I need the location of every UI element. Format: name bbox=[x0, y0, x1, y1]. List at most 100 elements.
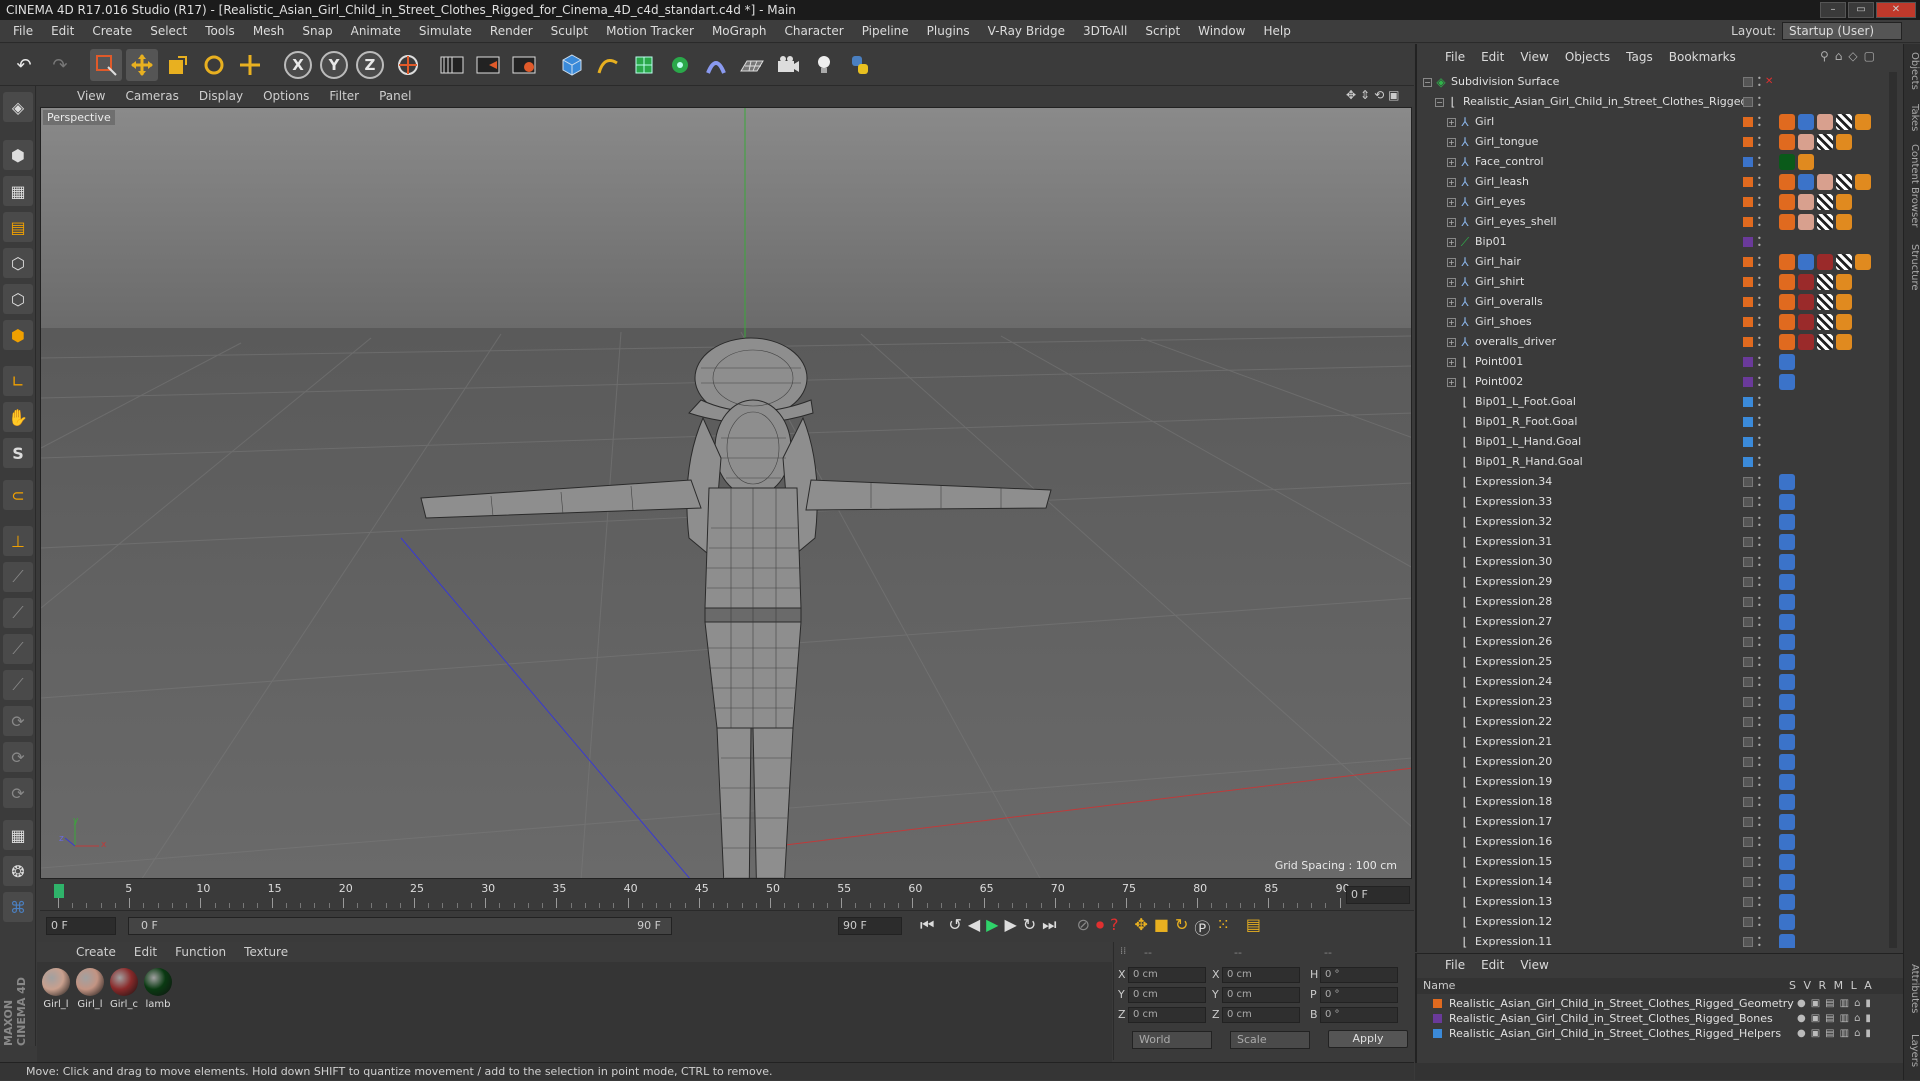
layer-color-swatch[interactable] bbox=[1743, 937, 1753, 947]
object-tag-icon[interactable] bbox=[1836, 254, 1852, 270]
move-icon[interactable] bbox=[126, 49, 158, 81]
horizontal-scrollbar[interactable] bbox=[1415, 1063, 1903, 1080]
object-tag-icon[interactable] bbox=[1779, 194, 1795, 210]
object-tag-icon[interactable] bbox=[1779, 654, 1795, 670]
object-tag-icon[interactable] bbox=[1798, 154, 1814, 170]
object-tag-icon[interactable] bbox=[1779, 474, 1795, 490]
object-row[interactable]: ⌊ Expression.30 • • bbox=[1417, 552, 1897, 572]
key-rotation-icon[interactable]: ↻ bbox=[1175, 915, 1188, 939]
key-point-level-icon[interactable]: ⁙ bbox=[1216, 915, 1229, 939]
visibility-dots-icon[interactable]: • • bbox=[1757, 375, 1762, 390]
side-tab-objects[interactable]: Objects bbox=[1905, 52, 1920, 90]
grid-lock-icon[interactable]: ▦ bbox=[3, 820, 33, 850]
object-tag-icon[interactable] bbox=[1798, 254, 1814, 270]
object-tag-icon[interactable] bbox=[1779, 834, 1795, 850]
render-view-icon[interactable] bbox=[436, 49, 468, 81]
material-swatch[interactable]: lamb bbox=[143, 968, 173, 1010]
layer-color-swatch[interactable] bbox=[1743, 717, 1753, 727]
object-tag-icon[interactable] bbox=[1817, 214, 1833, 230]
layer-color-swatch[interactable] bbox=[1743, 117, 1753, 127]
expand-toggle-icon[interactable]: + bbox=[1447, 158, 1456, 167]
object-row[interactable]: ⌊ Expression.14 • • bbox=[1417, 872, 1897, 892]
visibility-dots-icon[interactable]: • • bbox=[1757, 155, 1762, 170]
object-tag-icon[interactable] bbox=[1779, 894, 1795, 910]
menu-mograph[interactable]: MoGraph bbox=[703, 20, 776, 43]
layer-color-swatch[interactable] bbox=[1743, 857, 1753, 867]
menu-script[interactable]: Script bbox=[1136, 20, 1189, 43]
menu-help[interactable]: Help bbox=[1254, 20, 1299, 43]
visibility-dots-icon[interactable]: • • bbox=[1757, 135, 1762, 150]
object-menu-file[interactable]: File bbox=[1437, 50, 1473, 64]
object-tag-icon[interactable] bbox=[1779, 174, 1795, 190]
viewport-menu-cameras[interactable]: Cameras bbox=[115, 89, 188, 103]
world-coordinate-icon[interactable] bbox=[392, 49, 424, 81]
coord-value-field[interactable]: 0 cm bbox=[1128, 967, 1206, 983]
expand-toggle-icon[interactable]: + bbox=[1447, 118, 1456, 127]
end-frame-field[interactable]: 90 F bbox=[838, 917, 902, 935]
object-tag-icon[interactable] bbox=[1836, 114, 1852, 130]
viewport-menu-options[interactable]: Options bbox=[253, 89, 319, 103]
layer-color-swatch[interactable] bbox=[1743, 517, 1753, 527]
object-tag-icon[interactable] bbox=[1855, 174, 1871, 190]
object-row[interactable]: ⌊ Expression.18 • • bbox=[1417, 792, 1897, 812]
menu-simulate[interactable]: Simulate bbox=[410, 20, 481, 43]
next-frame-icon[interactable]: ▶ bbox=[1004, 915, 1016, 939]
layer-color-swatch[interactable] bbox=[1743, 497, 1753, 507]
visibility-dots-icon[interactable]: • • bbox=[1757, 495, 1762, 510]
layer-color-swatch[interactable] bbox=[1743, 737, 1753, 747]
viewport-menu-filter[interactable]: Filter bbox=[319, 89, 369, 103]
brush-tool-icon[interactable]: ⟳ bbox=[3, 742, 33, 772]
object-row[interactable]: + ⅄ Girl_overalls • • bbox=[1417, 292, 1897, 312]
object-row[interactable]: + ⟋ Bip01 • • bbox=[1417, 232, 1897, 252]
object-tag-icon[interactable] bbox=[1779, 214, 1795, 230]
object-tag-icon[interactable] bbox=[1779, 134, 1795, 150]
object-row[interactable]: ⌊ Expression.16 • • bbox=[1417, 832, 1897, 852]
object-tag-icon[interactable] bbox=[1798, 274, 1814, 290]
object-tag-icon[interactable] bbox=[1798, 134, 1814, 150]
layer-flags-icons[interactable]: ●▣▤▥⌂▮ bbox=[1797, 1026, 1876, 1041]
object-tag-icon[interactable] bbox=[1779, 814, 1795, 830]
object-row[interactable]: ⌊ Expression.33 • • bbox=[1417, 492, 1897, 512]
object-row[interactable]: ⌊ Expression.29 • • bbox=[1417, 572, 1897, 592]
visibility-dots-icon[interactable]: • • bbox=[1757, 895, 1762, 910]
object-row[interactable]: + ⅄ Face_control • • bbox=[1417, 152, 1897, 172]
timeline-window-icon[interactable]: ▤ bbox=[1246, 915, 1261, 939]
object-row[interactable]: ⌊ Expression.23 • • bbox=[1417, 692, 1897, 712]
layer-menu-view[interactable]: View bbox=[1512, 958, 1556, 972]
object-row[interactable]: ⌊ Bip01_R_Hand.Goal • • bbox=[1417, 452, 1897, 472]
object-tag-icon[interactable] bbox=[1779, 714, 1795, 730]
object-row[interactable]: + ⅄ Girl • • bbox=[1417, 112, 1897, 132]
visibility-dots-icon[interactable]: • • bbox=[1757, 615, 1762, 630]
solo-icon[interactable]: ❂ bbox=[3, 856, 33, 886]
layer-color-swatch[interactable] bbox=[1743, 697, 1753, 707]
object-row[interactable]: ⌊ Expression.31 • • bbox=[1417, 532, 1897, 552]
weight-tool-icon[interactable]: ⟋ bbox=[3, 634, 33, 664]
menu-character[interactable]: Character bbox=[775, 20, 852, 43]
object-tag-icon[interactable] bbox=[1779, 614, 1795, 630]
visibility-dots-icon[interactable]: • • bbox=[1757, 515, 1762, 530]
undo-icon[interactable]: ↶ bbox=[8, 49, 40, 81]
coordinate-system-dropdown[interactable]: World bbox=[1132, 1031, 1212, 1049]
layer-color-swatch[interactable] bbox=[1743, 837, 1753, 847]
joint-tool-icon[interactable]: ⟋ bbox=[3, 562, 33, 592]
menu-file[interactable]: File bbox=[4, 20, 42, 43]
layer-row[interactable]: Realistic_Asian_Girl_Child_in_Street_Clo… bbox=[1433, 996, 1893, 1011]
object-tag-icon[interactable] bbox=[1836, 314, 1852, 330]
object-tag-icon[interactable] bbox=[1779, 914, 1795, 930]
expand-toggle-icon[interactable]: + bbox=[1447, 218, 1456, 227]
menu-edit[interactable]: Edit bbox=[42, 20, 83, 43]
magnet-icon[interactable]: ⊂ bbox=[3, 480, 33, 510]
visibility-dots-icon[interactable]: • • bbox=[1757, 355, 1762, 370]
object-row[interactable]: ⌊ Expression.34 • • bbox=[1417, 472, 1897, 492]
object-tag-icon[interactable] bbox=[1779, 374, 1795, 390]
layer-color-swatch[interactable] bbox=[1743, 317, 1753, 327]
layer-color-swatch[interactable] bbox=[1433, 999, 1442, 1008]
expand-toggle-icon[interactable]: − bbox=[1435, 98, 1444, 107]
array-icon[interactable] bbox=[664, 49, 696, 81]
object-tag-icon[interactable] bbox=[1779, 114, 1795, 130]
object-tag-icon[interactable] bbox=[1817, 174, 1833, 190]
visibility-dots-icon[interactable]: • • bbox=[1757, 275, 1762, 290]
object-row[interactable]: ⌊ Expression.13 • • bbox=[1417, 892, 1897, 912]
layer-color-swatch[interactable] bbox=[1743, 817, 1753, 827]
object-tag-icon[interactable] bbox=[1817, 274, 1833, 290]
